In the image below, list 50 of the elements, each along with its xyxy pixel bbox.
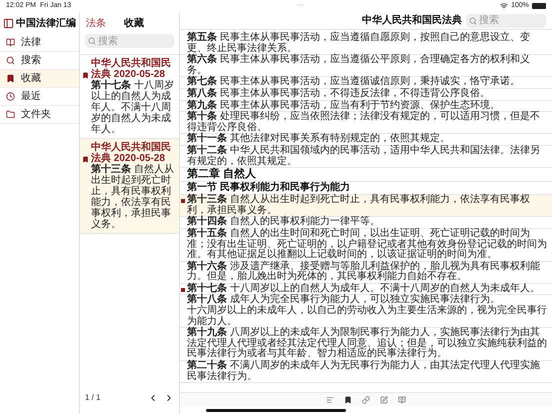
article-text: 第八条 民事主体从事民事活动，不得违反法律，不得违背公序良俗。 xyxy=(187,88,490,100)
wifi-icon xyxy=(500,2,508,10)
page-indicator: 1 / 1 xyxy=(85,392,101,404)
search-field[interactable]: 搜索 xyxy=(466,14,546,28)
edit-icon[interactable] xyxy=(380,396,388,404)
search-input[interactable]: 搜索 xyxy=(479,13,539,28)
paragraph-row[interactable]: 第十一条 其他法律对民事关系有特别规定的，依照其规定。 xyxy=(180,134,552,146)
article-text: 第十一条 其他法律对民事关系有特别规定的，依照其规定。 xyxy=(187,134,450,144)
bookmark-icon xyxy=(82,156,89,163)
chapter-heading: 第二章 自然人 xyxy=(187,168,256,182)
pane-title: 收藏 xyxy=(124,16,144,30)
search-icon xyxy=(88,37,96,45)
link-icon[interactable] xyxy=(362,396,370,404)
article-text: 第十八条 成年人为完全民事行为能力人，可以独立实施民事法律行为。 xyxy=(187,295,500,306)
article-text: 第九条 民事主体从事民事活动，应当有利于节约资源、保护生态环境。 xyxy=(187,100,500,111)
bookmark-icon[interactable] xyxy=(344,396,352,404)
paragraph-row[interactable]: 第八条 民事主体从事民事活动，不得违反法律，不得违背公序良俗。 xyxy=(180,88,552,101)
favorite-source: 中华人民共和国民法典 2020-05-28 xyxy=(91,142,171,164)
article-text: 第七条 民事主体从事民事活动，应当遵循诚信原则，秉持诚实，恪守承诺。 xyxy=(187,77,520,88)
sidebar-item[interactable]: 法律 xyxy=(0,34,79,52)
sidebar-item[interactable]: 收藏 xyxy=(0,70,79,88)
article-text: 第十四条 自然人的民事权利能力一律平等。 xyxy=(187,217,380,228)
search-input[interactable]: 搜索 xyxy=(98,34,168,48)
outline-icon[interactable] xyxy=(326,396,334,404)
article-text: 十六周岁以上的未成年人，以自己的劳动收入为主要生活来源的，视为完全民事行为能力人。 xyxy=(187,306,548,327)
bookmark-icon xyxy=(82,72,89,79)
sidebar-item[interactable]: 最近 xyxy=(0,88,79,106)
paragraph-row[interactable]: 第十四条 自然人的民事权利能力一律平等。 xyxy=(180,217,552,229)
document-title: 中华人民共和国民法典 xyxy=(362,14,462,28)
sidebar-toggle-icon[interactable] xyxy=(3,18,14,28)
clock-icon xyxy=(6,92,15,101)
book-icon[interactable] xyxy=(398,396,406,404)
favorite-text: 第十三条 自然人从出生时起到死亡时止，具有民事权利能力，依法享有民事权利，承担民事义务。 xyxy=(91,164,175,230)
back-link[interactable]: 法条 xyxy=(86,16,106,30)
bookmark-icon xyxy=(6,74,15,83)
paragraph-row[interactable]: 第七条 民事主体从事民事活动，应当遵循诚信原则，秉持诚实，恪守承诺。 xyxy=(180,77,552,89)
book-icon xyxy=(6,38,15,47)
favorite-source: 中华人民共和国民法典 2020-05-28 xyxy=(91,58,171,80)
battery-icon xyxy=(532,3,546,9)
article-text: 第十七条 十八周岁以上的自然人为成年人。不满十八周岁的自然人为未成年人。 xyxy=(187,284,540,294)
favorite-item[interactable]: 中华人民共和国民法典 2020-05-28 第十三条 自然人从出生时起到死亡时止，具有民事权利能力，依法享有民事权利，承担民事义务。 xyxy=(80,139,179,234)
folder-icon xyxy=(6,110,15,119)
section-heading: 第一节 民事权利能力和民事行为能力 xyxy=(187,182,350,194)
sidebar-item[interactable]: 文件夹 xyxy=(0,106,79,124)
favorite-text: 第十七条 十八周岁以上的自然人为成年人。不满十八周岁的自然人为未成年人。 xyxy=(91,80,175,135)
search-field[interactable]: 搜索 xyxy=(85,34,174,48)
paragraph-row[interactable]: 第二章 自然人 xyxy=(180,168,552,182)
search-icon xyxy=(6,56,15,65)
search-icon xyxy=(469,16,477,24)
sidebar-title: 中国法律汇编 xyxy=(16,16,76,30)
